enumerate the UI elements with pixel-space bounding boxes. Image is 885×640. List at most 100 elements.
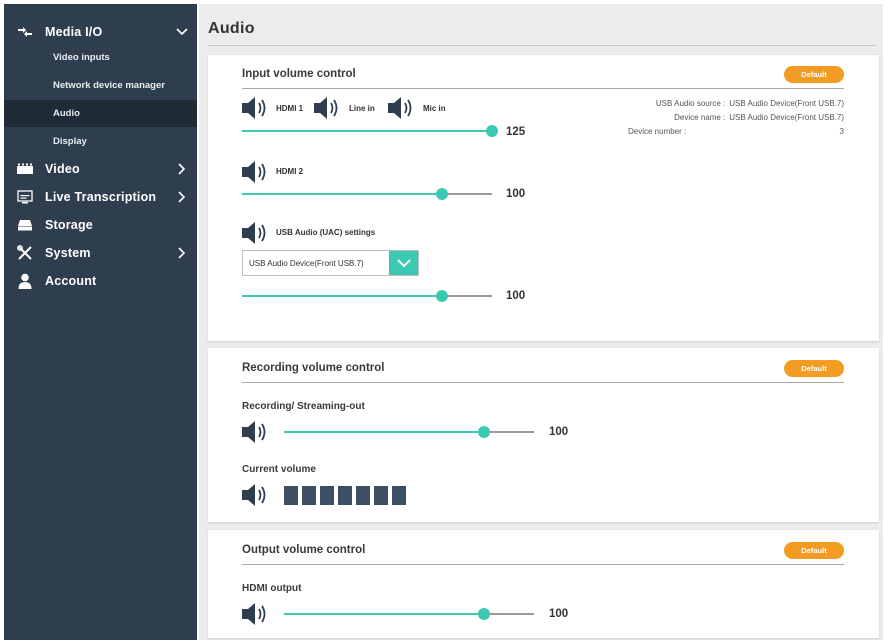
caption-icon: [16, 188, 34, 206]
device-name-row: Device name : USB Audio Device(Front USB.…: [674, 113, 844, 122]
card-title: Output volume control: [242, 544, 366, 556]
speaker-icon: [242, 421, 270, 443]
card-divider: [242, 88, 844, 89]
info-key: USB Audio source :: [655, 99, 726, 108]
speaker-icon: [242, 484, 270, 506]
recording-volume-slider[interactable]: [284, 426, 534, 438]
default-button[interactable]: Default: [784, 66, 844, 83]
slider-fill: [284, 613, 484, 615]
hdmi-output-slider[interactable]: [284, 608, 534, 620]
hdmi-output-label: HDMI output: [242, 583, 302, 594]
sidebar-item-video[interactable]: Video: [4, 156, 197, 182]
meter-segment: [356, 486, 370, 505]
chevron-down-icon: [175, 25, 189, 39]
sidebar-subitem-display[interactable]: Display: [4, 128, 197, 155]
sidebar-item-label: System: [45, 246, 91, 260]
sidebar-subitem-label: Video inputs: [53, 52, 110, 63]
slider-value: 125: [506, 126, 526, 138]
user-icon: [16, 272, 34, 290]
sidebar-item-label: Live Transcription: [45, 190, 157, 204]
input-hdmi2-slider[interactable]: [242, 188, 492, 200]
sidebar-item-media-io[interactable]: Media I/O: [4, 19, 197, 45]
main-content: Audio Input volume control Default HDMI …: [199, 4, 883, 640]
slider-thumb[interactable]: [478, 608, 490, 620]
sidebar-item-label: Media I/O: [45, 25, 103, 39]
hdmi2-label: HDMI 2: [276, 167, 304, 176]
meter-segment: [374, 486, 388, 505]
usb-audio-source-row: USB Audio source : USB Audio Device(Front…: [656, 99, 844, 108]
volume-meter: [284, 486, 406, 505]
speaker-icon: [242, 97, 270, 119]
hdmi1-label: HDMI 1: [276, 104, 304, 113]
meter-segment: [320, 486, 334, 505]
sidebar-item-live-transcription[interactable]: Live Transcription: [4, 184, 197, 210]
sidebar-item-system[interactable]: System: [4, 240, 197, 266]
select-value: USB Audio Device(Front USB.7): [249, 259, 364, 268]
slider-value: 100: [549, 426, 569, 438]
film-icon: [16, 160, 34, 178]
default-button[interactable]: Default: [784, 360, 844, 377]
recording-streaming-label: Recording/ Streaming-out: [242, 401, 365, 412]
usb-audio-settings-label: USB Audio (UAC) settings: [276, 228, 376, 237]
meter-segment: [338, 486, 352, 505]
input-usb-slider[interactable]: [242, 290, 492, 302]
slider-thumb[interactable]: [478, 426, 490, 438]
chevron-down-icon[interactable]: [389, 251, 418, 275]
output-volume-card: Output volume control Default HDMI outpu…: [208, 530, 879, 638]
sidebar-item-label: Storage: [45, 218, 93, 232]
info-value: USB Audio Device(Front USB.7): [729, 113, 844, 122]
info-value: USB Audio Device(Front USB.7): [729, 99, 844, 108]
input-group1-slider[interactable]: [242, 125, 498, 137]
input-volume-card: Input volume control Default HDMI 1 Line…: [208, 55, 879, 341]
slider-fill: [242, 295, 442, 297]
media-io-icon: [16, 23, 34, 41]
speaker-icon: [242, 222, 270, 244]
sidebar-subitem-video-inputs[interactable]: Video inputs: [4, 44, 197, 71]
sidebar-item-storage[interactable]: Storage: [4, 212, 197, 238]
recording-volume-card: Recording volume control Default Recordi…: [208, 348, 879, 522]
speaker-icon: [314, 97, 342, 119]
default-button[interactable]: Default: [784, 542, 844, 559]
card-title: Input volume control: [242, 68, 356, 80]
sidebar: Media I/O Video inputs Network device ma…: [4, 4, 197, 640]
sidebar-subitem-network-device-manager[interactable]: Network device manager: [4, 72, 197, 99]
speaker-icon: [388, 97, 416, 119]
card-divider: [242, 564, 844, 565]
slider-thumb[interactable]: [436, 290, 448, 302]
meter-segment: [302, 486, 316, 505]
chevron-right-icon: [175, 162, 189, 176]
page-title: Audio: [208, 20, 255, 37]
slider-fill: [242, 130, 492, 132]
chevron-right-icon: [175, 190, 189, 204]
title-divider: [208, 45, 876, 46]
slider-thumb[interactable]: [486, 125, 498, 137]
sidebar-subitem-label: Audio: [53, 108, 80, 119]
usb-device-select[interactable]: USB Audio Device(Front USB.7): [242, 250, 419, 276]
meter-segment: [392, 486, 406, 505]
slider-fill: [284, 431, 484, 433]
storage-icon: [16, 216, 34, 234]
sidebar-item-account[interactable]: Account: [4, 268, 197, 294]
card-title: Recording volume control: [242, 362, 385, 374]
sidebar-subitem-label: Network device manager: [53, 80, 165, 91]
meter-segment: [284, 486, 298, 505]
sidebar-subitem-audio[interactable]: Audio: [4, 100, 197, 127]
mic-in-label: Mic in: [423, 104, 446, 113]
slider-value: 100: [506, 188, 526, 200]
tools-icon: [16, 244, 34, 262]
info-key: Device name :: [674, 113, 726, 122]
slider-fill: [242, 193, 442, 195]
slider-value: 100: [549, 608, 569, 620]
info-value: 3: [839, 127, 844, 136]
speaker-icon: [242, 161, 270, 183]
card-divider: [242, 382, 844, 383]
speaker-icon: [242, 603, 270, 625]
current-volume-label: Current volume: [242, 464, 316, 475]
slider-value: 100: [506, 290, 526, 302]
sidebar-subitem-label: Display: [53, 136, 87, 147]
slider-thumb[interactable]: [436, 188, 448, 200]
sidebar-item-label: Video: [45, 162, 80, 176]
info-key: Device number :: [628, 127, 687, 136]
chevron-right-icon: [175, 246, 189, 260]
sidebar-item-label: Account: [45, 274, 97, 288]
